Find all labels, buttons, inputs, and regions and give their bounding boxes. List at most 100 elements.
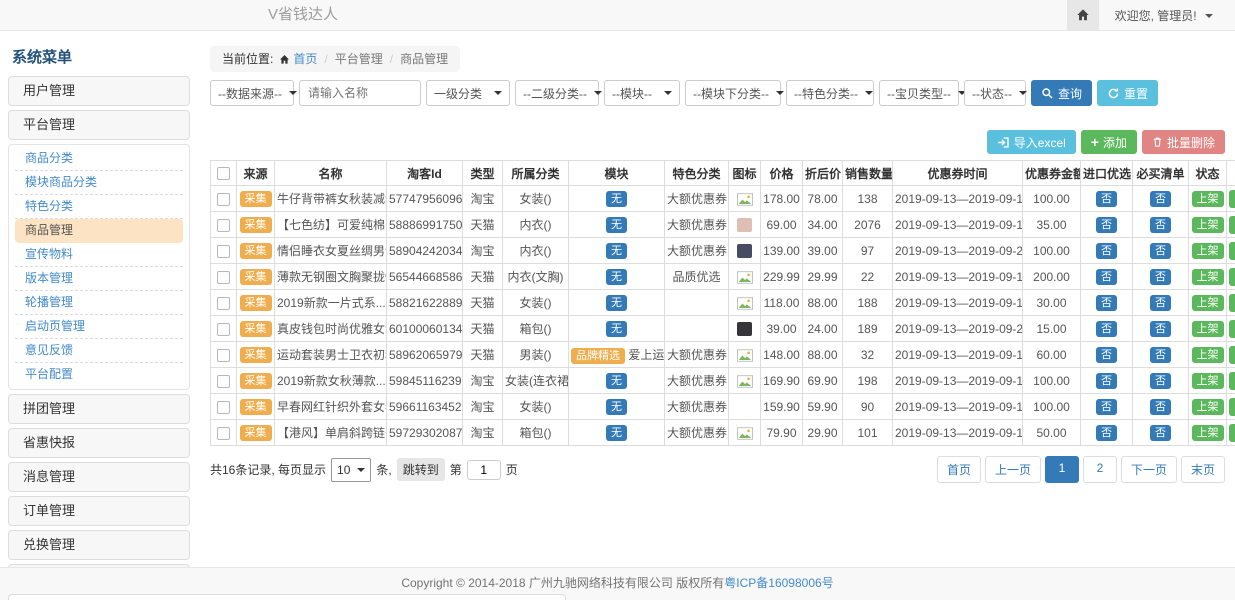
status-badge[interactable]: 上架 (1192, 321, 1224, 337)
home-button[interactable] (1067, 0, 1099, 30)
must-buy-toggle-badge[interactable]: 否 (1150, 217, 1171, 233)
status-badge[interactable]: 上架 (1192, 217, 1224, 233)
page-number-input[interactable] (467, 460, 501, 480)
must-buy-toggle-badge[interactable]: 否 (1150, 295, 1171, 311)
row-checkbox[interactable] (217, 375, 230, 388)
search-button[interactable]: 查询 (1031, 80, 1092, 106)
filter-select-3[interactable]: --二级分类-- (515, 80, 599, 106)
edit-button[interactable] (1229, 268, 1235, 286)
must-buy-toggle-badge[interactable]: 否 (1150, 321, 1171, 337)
jump-to-button[interactable]: 跳转到 (397, 458, 445, 481)
add-button[interactable]: + 添加 (1081, 130, 1137, 154)
must-buy-toggle-badge[interactable]: 否 (1150, 347, 1171, 363)
import-toggle-badge[interactable]: 否 (1096, 373, 1117, 389)
edit-button[interactable] (1229, 242, 1235, 260)
sidebar-subitem-7[interactable]: 启动页管理 (15, 315, 183, 339)
select-all-checkbox[interactable] (217, 167, 230, 180)
page-button-3[interactable]: 2 (1083, 456, 1117, 483)
page-button-4[interactable]: 下一页 (1121, 456, 1177, 483)
edit-button[interactable] (1229, 216, 1235, 234)
row-checkbox[interactable] (217, 427, 230, 440)
import-excel-button[interactable]: 导入excel (987, 130, 1076, 154)
breadcrumb: 当前位置:首页/平台管理/商品管理 (210, 46, 460, 72)
must-buy-toggle-badge[interactable]: 否 (1150, 269, 1171, 285)
filter-select-7[interactable]: --宝贝类型-- (879, 80, 959, 106)
row-checkbox[interactable] (217, 401, 230, 414)
page-button-5[interactable]: 末页 (1181, 456, 1225, 483)
row-checkbox[interactable] (217, 271, 230, 284)
must-buy-toggle-badge[interactable]: 否 (1150, 399, 1171, 415)
import-toggle-badge[interactable]: 否 (1096, 243, 1117, 259)
edit-button[interactable] (1229, 294, 1235, 312)
batch-delete-button[interactable]: 批量删除 (1142, 130, 1225, 154)
sidebar-item-6[interactable]: 兑换管理 (8, 530, 190, 560)
user-menu[interactable]: 欢迎您, 管理员! (1115, 7, 1213, 24)
row-checkbox[interactable] (217, 245, 230, 258)
sidebar-item-2[interactable]: 拼团管理 (8, 394, 190, 424)
filter-select-6[interactable]: --特色分类-- (786, 80, 874, 106)
breadcrumb-home-link[interactable]: 首页 (293, 52, 317, 66)
edit-button[interactable] (1229, 398, 1235, 416)
sidebar-subitem-0[interactable]: 商品分类 (15, 147, 183, 171)
sidebar-subitem-2[interactable]: 特色分类 (15, 195, 183, 219)
status-badge[interactable]: 上架 (1192, 373, 1224, 389)
import-toggle-badge[interactable]: 否 (1096, 295, 1117, 311)
row-checkbox[interactable] (217, 323, 230, 336)
sidebar-subitem-4[interactable]: 宣传物料 (15, 243, 183, 267)
status-badge[interactable]: 上架 (1192, 425, 1224, 441)
must-buy-toggle-badge[interactable]: 否 (1150, 373, 1171, 389)
filter-select-2[interactable]: 一级分类 (426, 80, 510, 106)
status-badge[interactable]: 上架 (1192, 399, 1224, 415)
filter-select-4[interactable]: --模块-- (604, 80, 680, 106)
must-buy-toggle-badge[interactable]: 否 (1150, 243, 1171, 259)
sidebar-subitem-3[interactable]: 商品管理 (15, 219, 183, 243)
status-badge[interactable]: 上架 (1192, 243, 1224, 259)
import-toggle-badge[interactable]: 否 (1096, 425, 1117, 441)
sidebar-item-1[interactable]: 平台管理 (8, 110, 190, 140)
must-buy-toggle-badge[interactable]: 否 (1150, 425, 1171, 441)
filter-select-8[interactable]: --状态-- (964, 80, 1026, 106)
must-buy-toggle-badge[interactable]: 否 (1150, 191, 1171, 207)
row-checkbox[interactable] (217, 349, 230, 362)
sidebar-subitem-8[interactable]: 意见反馈 (15, 339, 183, 363)
row-checkbox[interactable] (217, 219, 230, 232)
import-toggle-badge[interactable]: 否 (1096, 191, 1117, 207)
status-badge[interactable]: 上架 (1192, 191, 1224, 207)
page-button-0[interactable]: 首页 (937, 456, 981, 483)
row-checkbox[interactable] (217, 297, 230, 310)
sidebar-subitem-9[interactable]: 平台配置 (15, 363, 183, 387)
sidebar-subitem-6[interactable]: 轮播管理 (15, 291, 183, 315)
edit-button[interactable] (1229, 320, 1235, 338)
import-toggle-badge[interactable]: 否 (1096, 321, 1117, 337)
page-size-select[interactable]: 10 (331, 458, 371, 482)
filter-select-0[interactable]: --数据来源-- (210, 80, 294, 106)
filter-select-5[interactable]: --模块下分类-- (685, 80, 781, 106)
status-badge[interactable]: 上架 (1192, 347, 1224, 363)
sidebar-item-4[interactable]: 消息管理 (8, 462, 190, 492)
edit-button[interactable] (1229, 372, 1235, 390)
icp-link[interactable]: 粤ICP备16098006号 (724, 576, 833, 590)
sidebar-subitem-5[interactable]: 版本管理 (15, 267, 183, 291)
sidebar-item-3[interactable]: 省惠快报 (8, 428, 190, 458)
sidebar-item-0[interactable]: 用户管理 (8, 76, 190, 106)
taoke-id-cell: 588869917501 (387, 212, 463, 238)
status-badge[interactable]: 上架 (1192, 295, 1224, 311)
import-toggle-badge[interactable]: 否 (1096, 347, 1117, 363)
reset-button[interactable]: 重置 (1097, 80, 1158, 106)
sidebar-item-5[interactable]: 订单管理 (8, 496, 190, 526)
name-search-input[interactable] (299, 80, 421, 106)
page-button-1[interactable]: 上一页 (985, 456, 1041, 483)
edit-button[interactable] (1229, 424, 1235, 442)
import-toggle-badge[interactable]: 否 (1096, 399, 1117, 415)
status-badge[interactable]: 上架 (1192, 269, 1224, 285)
import-toggle-badge[interactable]: 否 (1096, 217, 1117, 233)
page-button-2[interactable]: 1 (1045, 456, 1079, 483)
edit-button[interactable] (1229, 346, 1235, 364)
sales-cell: 22 (843, 264, 893, 290)
coupon-amount-cell: 50.00 (1023, 420, 1081, 446)
import-toggle-badge[interactable]: 否 (1096, 269, 1117, 285)
sidebar-subitem-1[interactable]: 模块商品分类 (15, 171, 183, 195)
row-checkbox[interactable] (217, 193, 230, 206)
edit-button[interactable] (1229, 190, 1235, 208)
product-image-icon (737, 271, 753, 284)
